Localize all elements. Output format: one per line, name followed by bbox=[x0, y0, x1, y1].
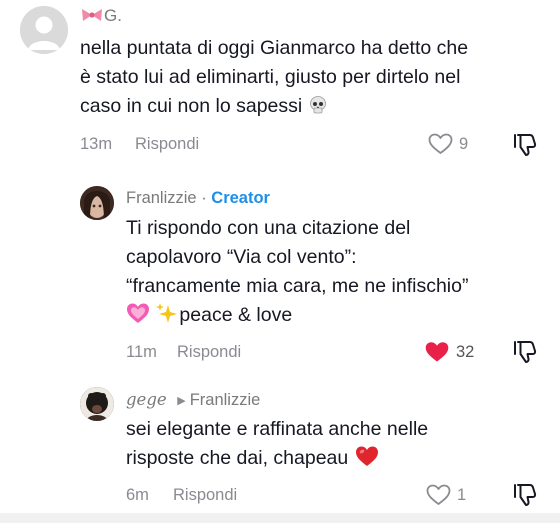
comment-line: capolavoro “Via col vento”: bbox=[126, 246, 357, 268]
dislike-icon bbox=[514, 134, 537, 156]
like-count: 32 bbox=[456, 342, 475, 361]
comment-username[interactable]: G. bbox=[80, 6, 122, 26]
dislike-button[interactable] bbox=[512, 132, 538, 163]
sparkles-emoji-icon bbox=[156, 303, 178, 323]
comment-text: Ti rispondo con una citazione del capola… bbox=[126, 214, 468, 330]
heart-outline-icon bbox=[426, 484, 451, 505]
username-text: G. bbox=[104, 6, 122, 25]
red-heart-emoji-icon bbox=[355, 446, 378, 466]
default-avatar-icon bbox=[20, 6, 68, 54]
creator-badge: Creator bbox=[211, 189, 270, 207]
creator-avatar-icon bbox=[80, 186, 114, 220]
username-separator: · bbox=[196, 189, 212, 207]
comment-item: G. nella puntata di oggi Gianmarco ha de… bbox=[0, 0, 560, 170]
comment-line-text: caso in cui non lo sapessi bbox=[80, 95, 303, 117]
comment-line: “francamente mia cara, me ne infischio” bbox=[126, 275, 469, 297]
comment-line: nella puntata di oggi Gianmarco ha detto… bbox=[80, 37, 469, 59]
comment-item-reply: Franlizzie · Creator Ti rispondo con una… bbox=[0, 170, 560, 375]
reply-arrow-icon: ▶ bbox=[177, 395, 186, 407]
heart-filled-icon bbox=[425, 342, 449, 362]
dislike-button[interactable] bbox=[512, 339, 538, 370]
reply-button[interactable]: Rispondi bbox=[135, 135, 199, 154]
like-count: 9 bbox=[459, 134, 469, 153]
comment-line: è stato lui ad eliminarti, giusto per di… bbox=[80, 66, 461, 88]
avatar[interactable] bbox=[80, 186, 114, 220]
like-button[interactable]: 9 bbox=[428, 133, 468, 155]
reply-button[interactable]: Rispondi bbox=[177, 343, 241, 362]
comment-time: 11m bbox=[126, 343, 157, 361]
avatar[interactable] bbox=[20, 6, 68, 54]
skull-emoji-icon bbox=[309, 96, 326, 114]
heart-outline-icon bbox=[428, 133, 453, 154]
comment-line-last: risposte che dai, chapeau bbox=[126, 444, 428, 473]
like-count: 1 bbox=[457, 485, 467, 504]
comment-username[interactable]: gege ▶ Franlizzie bbox=[126, 390, 260, 410]
reply-to-username[interactable]: Franlizzie bbox=[190, 391, 261, 409]
comment-line-text: peace & love bbox=[179, 304, 293, 326]
dislike-button[interactable] bbox=[512, 482, 538, 513]
comment-line: sei elegante e raffinata anche nelle bbox=[126, 418, 429, 440]
comment-line-text: risposte che dai, chapeau bbox=[126, 447, 349, 469]
reply-button[interactable]: Rispondi bbox=[173, 486, 237, 505]
comment-item-reply: gege ▶ Franlizzie sei elegante e raffinat… bbox=[0, 375, 560, 513]
comment-line: Ti rispondo con una citazione del bbox=[126, 217, 411, 239]
bow-emoji-icon bbox=[82, 9, 102, 21]
pink-heart-emoji-icon bbox=[127, 303, 149, 323]
comment-line-last: peace & love bbox=[126, 301, 468, 330]
user-avatar-icon bbox=[80, 387, 114, 421]
comment-username[interactable]: Franlizzie · Creator bbox=[126, 189, 270, 208]
comment-text: sei elegante e raffinata anche nelle ris… bbox=[126, 415, 428, 473]
comment-line-last: caso in cui non lo sapessi bbox=[80, 92, 468, 121]
comment-text: nella puntata di oggi Gianmarco ha detto… bbox=[80, 34, 468, 121]
bottom-divider bbox=[0, 513, 560, 523]
comment-time: 13m bbox=[80, 135, 113, 153]
dislike-icon bbox=[514, 341, 537, 363]
dislike-icon bbox=[514, 484, 537, 506]
username-text: Franlizzie bbox=[126, 189, 197, 207]
like-button[interactable]: 1 bbox=[426, 484, 466, 506]
username-text: gege bbox=[126, 390, 167, 409]
like-button[interactable]: 32 bbox=[424, 341, 474, 363]
comment-time: 6m bbox=[126, 486, 149, 504]
avatar[interactable] bbox=[80, 387, 114, 421]
